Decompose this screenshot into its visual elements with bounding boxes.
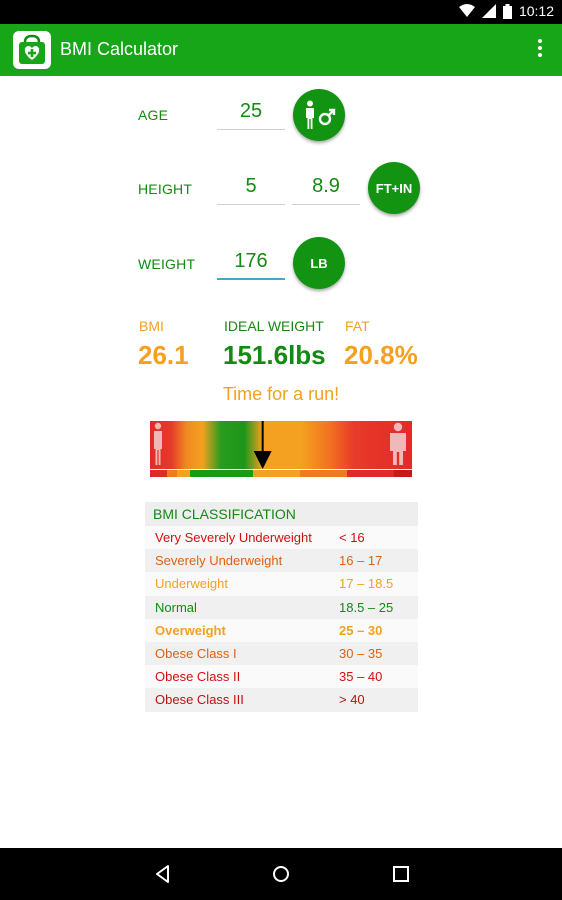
classification-row: Normal 18.5 – 25 (145, 595, 418, 619)
classification-row: Obese Class I 30 – 35 (145, 641, 418, 666)
weight-input[interactable]: 176 (217, 246, 285, 280)
signal-icon (481, 4, 496, 18)
fat-value: 20.8% (344, 340, 418, 370)
navigation-bar (0, 848, 562, 900)
male-gender-icon (306, 100, 336, 129)
classification-range: 25 – 30 (339, 622, 383, 638)
overflow-menu-icon[interactable] (536, 36, 544, 64)
clock: 10:12 (518, 3, 554, 19)
classification-range: 17 – 18.5 (339, 576, 394, 592)
height-label: HEIGHT (138, 181, 193, 197)
medical-bag-icon (13, 31, 51, 69)
ideal-weight-value: 151.6lbs (223, 340, 326, 370)
classification-name: Very Severely Underweight (155, 530, 312, 545)
home-icon[interactable] (269, 862, 293, 886)
weight-label: WEIGHT (138, 256, 196, 272)
classification-range: < 16 (339, 530, 365, 545)
classification-row: Obese Class III > 40 (145, 688, 418, 712)
classification-name: Underweight (155, 576, 228, 592)
height-unit-button[interactable]: FT+IN (368, 162, 420, 214)
classification-row: Severely Underweight 16 – 17 (145, 549, 418, 573)
height-inches-input[interactable]: 8.9 (292, 171, 360, 205)
classification-name: Obese Class III (155, 692, 244, 708)
classification-name: Overweight (155, 622, 226, 638)
classification-row: Underweight 17 – 18.5 (145, 572, 418, 596)
age-input[interactable]: 25 (217, 96, 285, 130)
classification-name: Severely Underweight (155, 553, 283, 569)
classification-range: > 40 (339, 692, 365, 708)
classification-name: Normal (155, 599, 197, 615)
status-bar: 10:12 (0, 0, 562, 24)
advice-message: Time for a run! (222, 384, 340, 404)
classification-range: 18.5 – 25 (339, 599, 394, 615)
fat-label: FAT (345, 318, 370, 334)
battery-icon (502, 3, 512, 19)
wifi-icon (458, 4, 475, 17)
classification-row: Very Severely Underweight < 16 (145, 526, 418, 550)
classification-name: Obese Class II (155, 669, 241, 685)
app-bar: BMI Calculator (0, 24, 562, 76)
bmi-value: 26.1 (138, 340, 189, 370)
classification-range: 35 – 40 (339, 669, 383, 685)
recents-icon[interactable] (389, 862, 413, 886)
classification-name: Obese Class I (155, 645, 237, 661)
classification-range: 30 – 35 (339, 645, 383, 661)
bmi-classification-table: BMI CLASSIFICATION Very Severely Underwe… (145, 502, 418, 712)
classification-range: 16 – 17 (339, 553, 383, 569)
app-title: BMI Calculator (60, 39, 179, 59)
bmi-scale (150, 421, 412, 479)
height-feet-input[interactable]: 5 (217, 171, 285, 205)
ideal-weight-label: IDEAL WEIGHT (224, 318, 324, 334)
bmi-label: BMI (139, 318, 164, 334)
classification-row: Obese Class II 35 – 40 (145, 665, 418, 689)
gender-toggle-button[interactable] (293, 89, 345, 141)
back-icon[interactable] (151, 862, 175, 886)
age-label: AGE (138, 107, 169, 123)
classification-row: Overweight 25 – 30 (145, 618, 418, 642)
classification-title: BMI CLASSIFICATION (145, 502, 418, 526)
weight-unit-button[interactable]: LB (293, 237, 345, 289)
